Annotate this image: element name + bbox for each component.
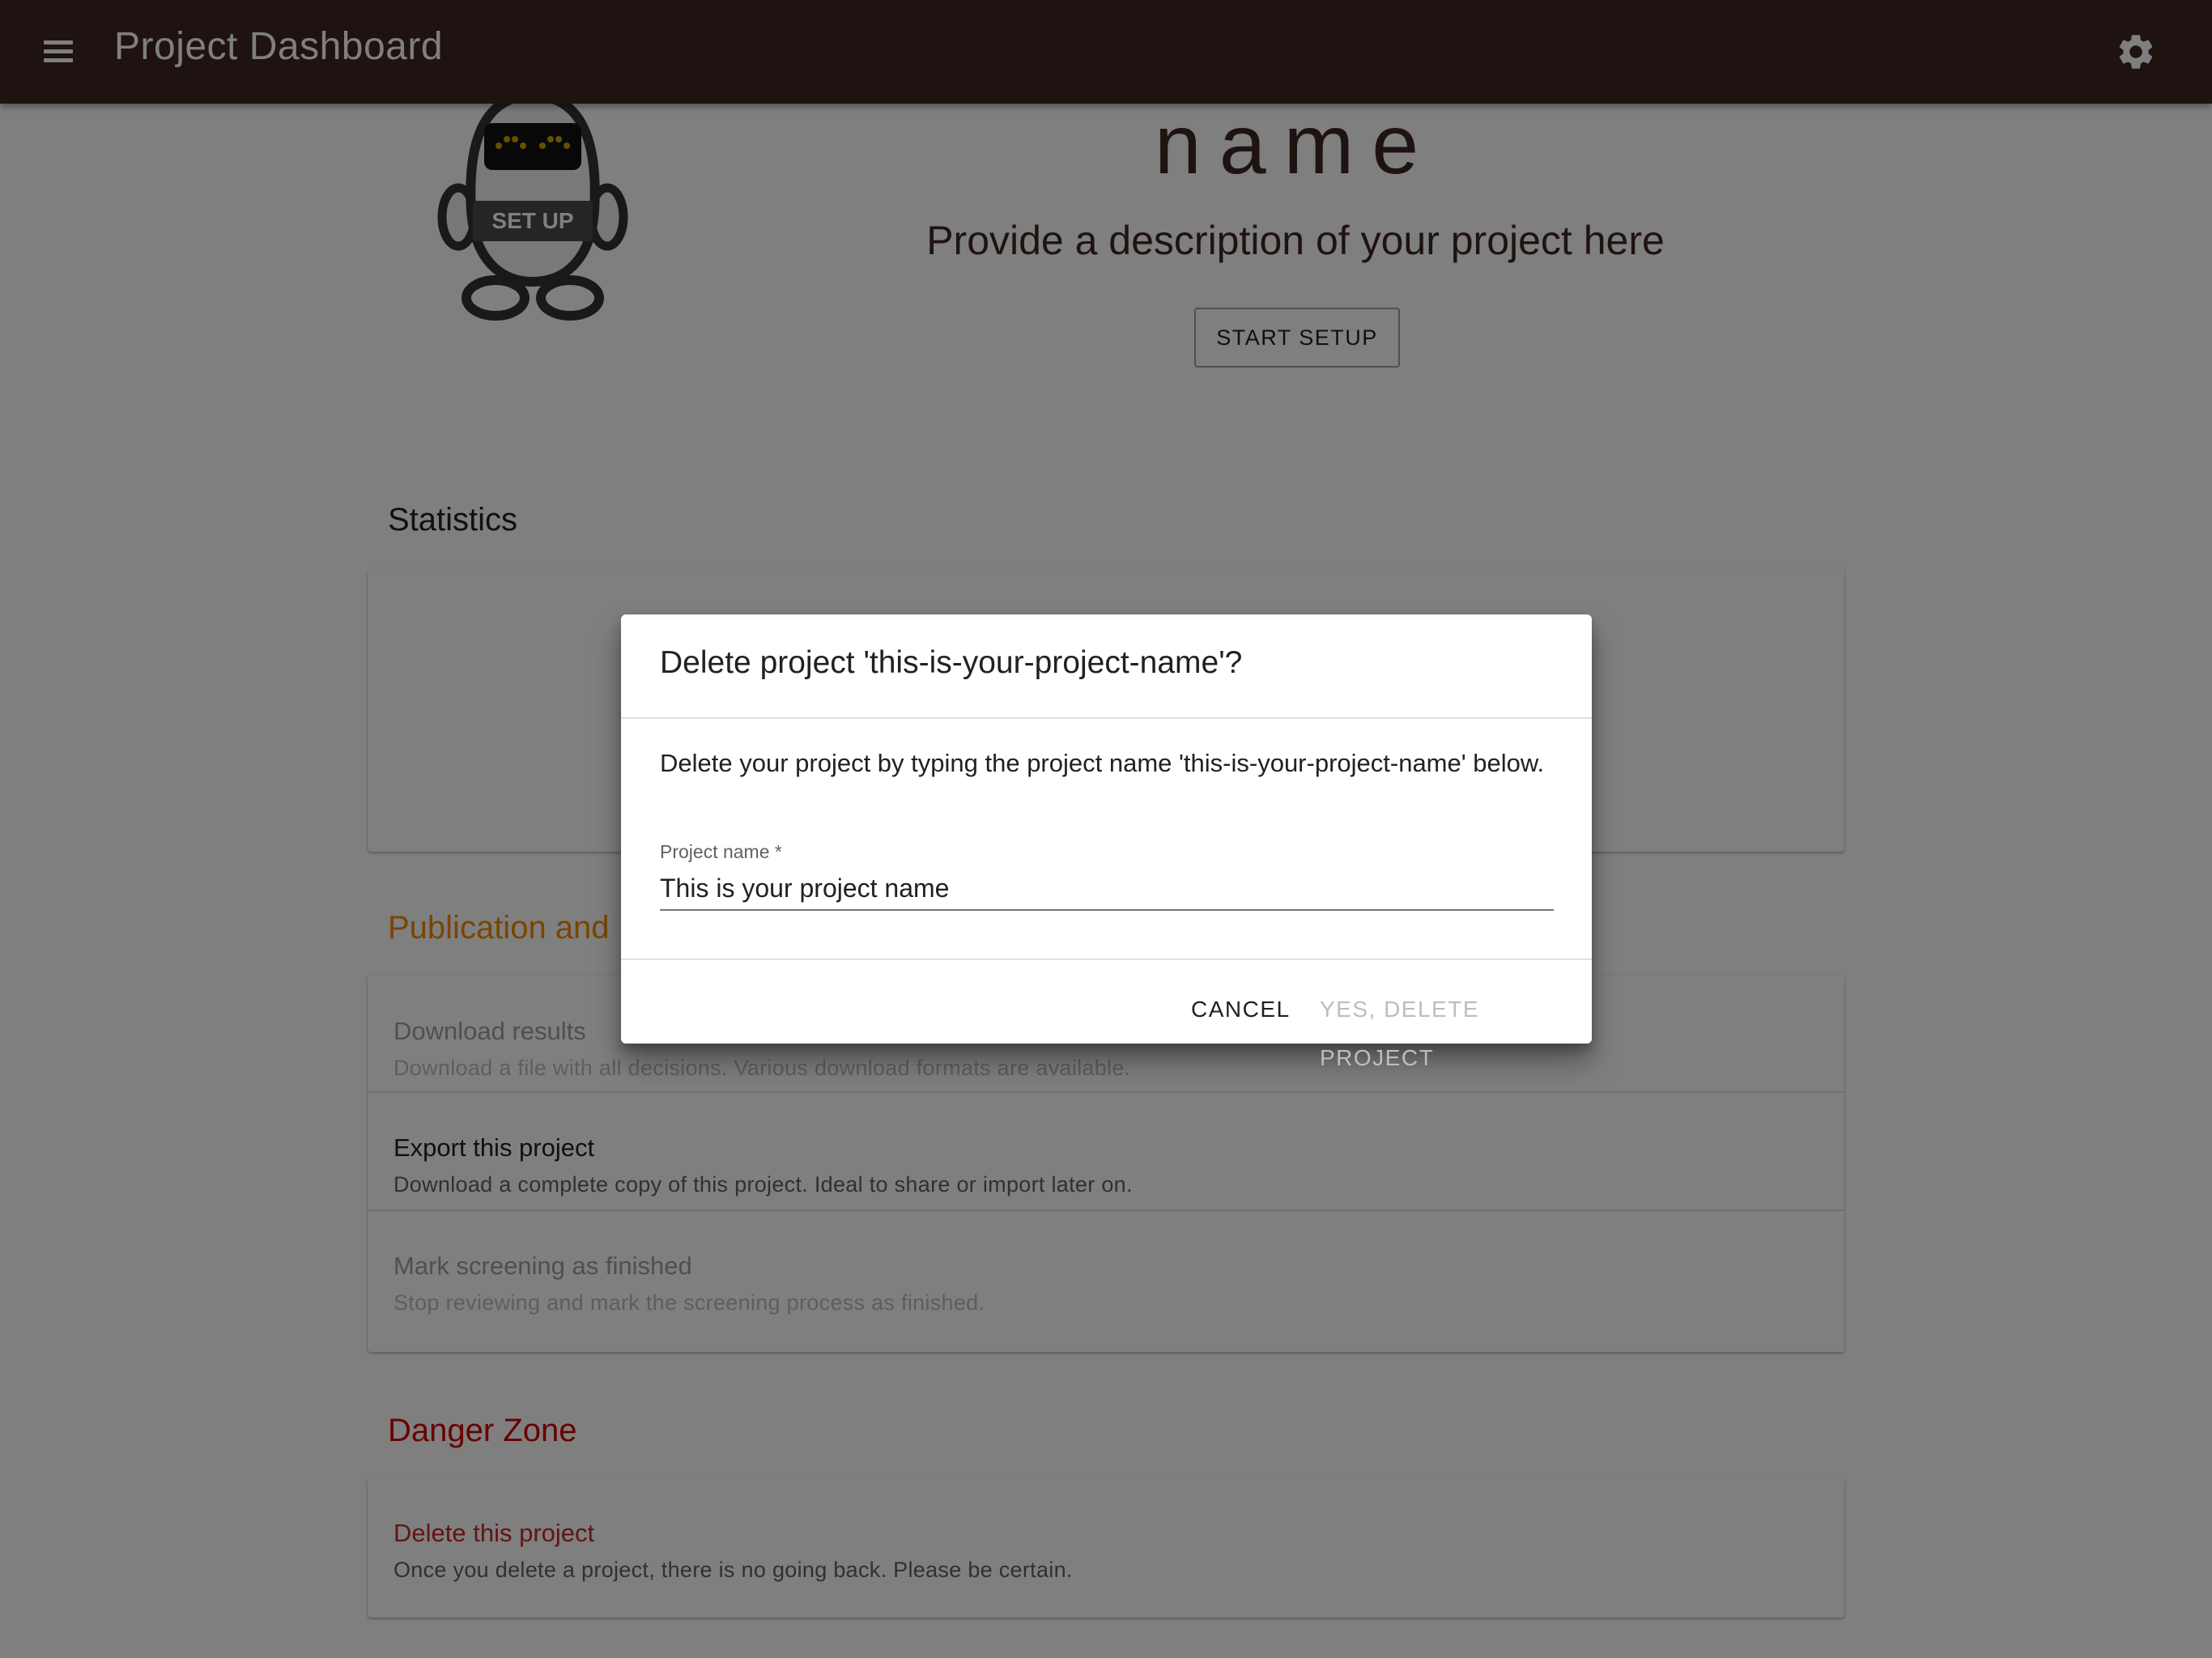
project-name-field-label: Project name * xyxy=(660,841,782,862)
delete-project-dialog: Delete project 'this-is-your-project-nam… xyxy=(621,614,1592,1070)
project-name-field[interactable] xyxy=(660,867,1554,911)
confirm-delete-button[interactable]: YES, DELETE PROJECT xyxy=(1320,985,1592,1070)
project-dashboard-page: Project Dashboard SET UP name Provide a … xyxy=(0,0,2212,1658)
dialog-text: Delete your project by typing the projec… xyxy=(660,749,1545,777)
dialog-divider xyxy=(621,717,1592,719)
cancel-button[interactable]: CANCEL xyxy=(1191,985,1291,1034)
dialog-divider xyxy=(621,959,1592,960)
dialog-title: Delete project 'this-is-your-project-nam… xyxy=(660,645,1243,680)
